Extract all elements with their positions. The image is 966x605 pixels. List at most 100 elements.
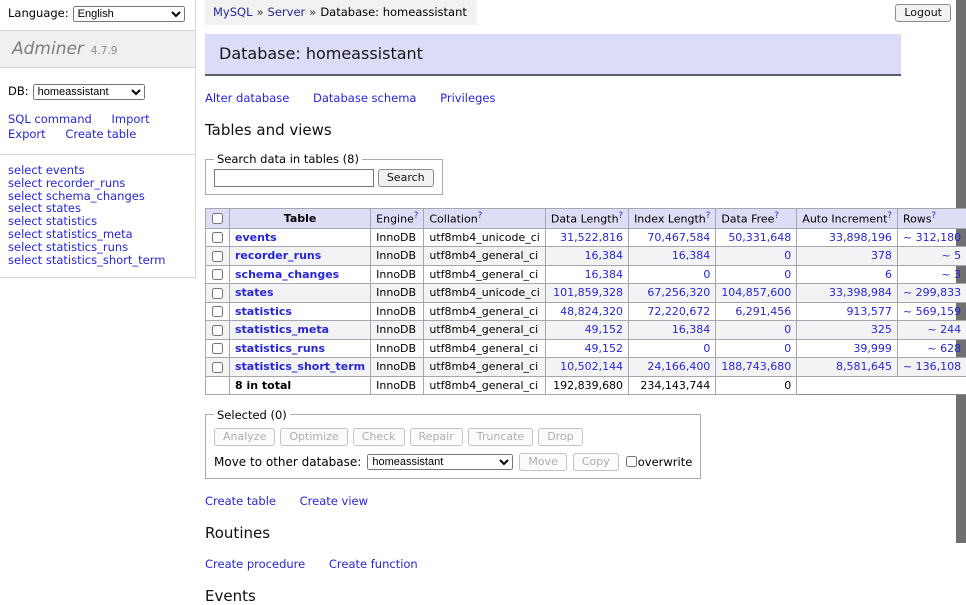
cell-index_length[interactable]: 0 [629,265,716,284]
row-checkbox[interactable] [212,288,223,299]
sidebar-table-link[interactable]: select statistics_runs [8,241,187,254]
total-row: 8 in total InnoDB utf8mb4_general_ci 192… [206,376,966,394]
cell-engine: InnoDB [371,228,424,247]
adminer-logo[interactable]: Adminer [12,39,84,59]
cell-index_length[interactable]: 24,166,400 [629,358,716,377]
row-checkbox[interactable] [212,232,223,243]
create-view-link[interactable]: Create view [300,494,368,508]
cell-data_free[interactable]: 104,857,600 [716,284,797,303]
table-name-link[interactable]: states [235,286,274,299]
database-schema-link[interactable]: Database schema [313,91,416,105]
create-table-link[interactable]: Create table [205,494,276,508]
cell-rows[interactable]: ~ 244 [897,321,966,340]
cell-data_length[interactable]: 31,522,816 [545,228,628,247]
selected-buttons: AnalyzeOptimizeCheckRepairTruncateDrop [214,428,692,446]
table-row: statistics_runsInnoDButf8mb4_general_ci4… [206,339,966,358]
cell-index_length[interactable]: 70,467,584 [629,228,716,247]
cell-data_length[interactable]: 101,859,328 [545,284,628,303]
privileges-link[interactable]: Privileges [440,91,495,105]
cell-index_length[interactable]: 16,384 [629,247,716,266]
language-select[interactable]: English [73,6,185,22]
table-name-link[interactable]: statistics [235,305,292,318]
cell-data_length[interactable]: 49,152 [545,321,628,340]
row-checkbox[interactable] [212,306,223,317]
import-link[interactable]: Import [111,112,149,126]
help-link[interactable]: ? [887,211,892,221]
cell-rows[interactable]: ~ 3 [897,265,966,284]
cell-data_length[interactable]: 49,152 [545,339,628,358]
cell-data_free[interactable]: 0 [716,247,797,266]
cell-index_length[interactable]: 72,220,672 [629,302,716,321]
sidebar-table-link[interactable]: select statistics_short_term [8,254,187,267]
table-name-link[interactable]: events [235,231,277,244]
help-link[interactable]: ? [706,211,711,221]
cell-auto_increment[interactable]: 6 [797,265,898,284]
cell-data_free[interactable]: 6,291,456 [716,302,797,321]
export-link[interactable]: Export [8,127,46,141]
cell-data_free[interactable]: 0 [716,321,797,340]
cell-auto_increment[interactable]: 913,577 [797,302,898,321]
breadcrumb-mysql-link[interactable]: MySQL [213,5,253,19]
breadcrumb-server-link[interactable]: Server [268,5,306,19]
row-checkbox[interactable] [212,251,223,262]
create-table-link[interactable]: Create table [65,127,136,141]
cell-auto_increment[interactable]: 378 [797,247,898,266]
row-checkbox[interactable] [212,362,223,373]
cell-data_free[interactable]: 0 [716,265,797,284]
cell-rows[interactable]: ~ 299,833 [897,284,966,303]
move-row: Move to other database: homeassistant Mo… [214,453,692,471]
cell-index_length[interactable]: 0 [629,339,716,358]
search-legend: Search data in tables (8) [214,152,362,166]
help-link[interactable]: ? [774,211,779,221]
help-link[interactable]: ? [932,211,937,221]
cell-rows[interactable]: ~ 312,180 [897,228,966,247]
cell-data_length[interactable]: 48,824,320 [545,302,628,321]
row-checkbox[interactable] [212,325,223,336]
cell-data_length[interactable]: 10,502,144 [545,358,628,377]
table-name-link[interactable]: statistics_meta [235,323,329,336]
sidebar: Language:English Adminer 4.7.9 DB:homeas… [0,0,196,278]
cell-data_free[interactable]: 188,743,680 [716,358,797,377]
search-button[interactable]: Search [378,169,434,187]
cell-data_length[interactable]: 16,384 [545,265,628,284]
alter-database-link[interactable]: Alter database [205,91,289,105]
cell-auto_increment[interactable]: 39,999 [797,339,898,358]
cell-rows[interactable]: ~ 5 [897,247,966,266]
help-link[interactable]: ? [619,211,624,221]
overwrite-checkbox[interactable] [626,456,637,467]
cell-rows[interactable]: ~ 136,108 [897,358,966,377]
cell-collation: utf8mb4_general_ci [424,358,545,377]
cell-index_length[interactable]: 16,384 [629,321,716,340]
breadcrumb-current: Database: homeassistant [320,5,467,19]
cell-auto_increment[interactable]: 325 [797,321,898,340]
create-procedure-link[interactable]: Create procedure [205,557,305,571]
help-link[interactable]: ? [478,211,483,221]
cell-rows[interactable]: ~ 569,159 [897,302,966,321]
cell-data_length[interactable]: 16,384 [545,247,628,266]
help-link[interactable]: ? [414,211,419,221]
total-label: 8 in total [230,376,371,394]
select-all-checkbox[interactable] [212,213,223,224]
db-select[interactable]: homeassistant [33,84,145,100]
create-function-link[interactable]: Create function [329,557,418,571]
cell-index_length[interactable]: 67,256,320 [629,284,716,303]
sql-command-link[interactable]: SQL command [8,112,92,126]
search-input[interactable] [214,169,374,187]
table-name-link[interactable]: recorder_runs [235,249,321,262]
row-checkbox[interactable] [212,269,223,280]
row-checkbox[interactable] [212,343,223,354]
cell-data_free[interactable]: 0 [716,339,797,358]
sidebar-table-link[interactable]: select events [8,164,187,177]
cell-auto_increment[interactable]: 33,398,984 [797,284,898,303]
sidebar-table-link[interactable]: select statistics_meta [8,228,187,241]
cell-auto_increment[interactable]: 33,898,196 [797,228,898,247]
cell-rows[interactable]: ~ 628 [897,339,966,358]
move-database-select[interactable]: homeassistant [367,454,513,470]
table-name-link[interactable]: statistics_short_term [235,360,365,373]
table-name-link[interactable]: statistics_runs [235,342,325,355]
cell-auto_increment[interactable]: 8,581,645 [797,358,898,377]
table-name-link[interactable]: schema_changes [235,268,339,281]
sidebar-table-link[interactable]: select recorder_runs [8,177,187,190]
cell-engine: InnoDB [371,284,424,303]
cell-data_free[interactable]: 50,331,648 [716,228,797,247]
